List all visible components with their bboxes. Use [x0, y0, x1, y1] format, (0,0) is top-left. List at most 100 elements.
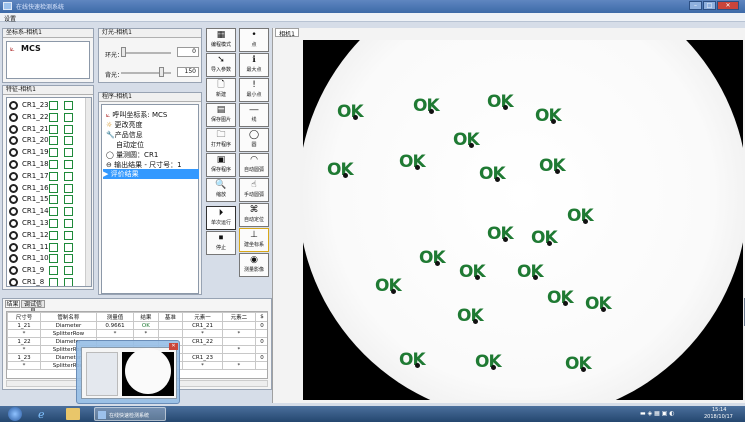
coordinate-item-mcs[interactable]: MCS	[21, 44, 41, 53]
start-button[interactable]	[8, 407, 22, 421]
feature-checkbox-secondary[interactable]	[64, 219, 73, 228]
ring-light-value[interactable]: 0	[177, 47, 199, 57]
feature-item[interactable]: CR1_22	[9, 112, 87, 124]
point-button[interactable]: • 点	[239, 28, 269, 52]
feature-item[interactable]: CR1_17	[9, 171, 87, 183]
feature-item[interactable]: CR1_13	[9, 218, 87, 230]
feature-checkbox-secondary[interactable]	[64, 183, 73, 193]
feature-checkbox-secondary[interactable]	[64, 242, 73, 252]
results-column-header[interactable]: 元素一	[182, 312, 223, 322]
tree-item-auto-locate[interactable]: 自动定位	[116, 140, 144, 150]
tree-item-evaluate[interactable]: ▶ 评价结果	[103, 169, 199, 179]
feature-checkbox-secondary[interactable]	[64, 266, 73, 276]
results-column-header[interactable]: 尺寸号	[7, 312, 41, 322]
tree-item-coordinate[interactable]: ⟀ 呼叫坐标系: MCS	[106, 110, 167, 120]
feature-checkbox-secondary[interactable]	[64, 136, 73, 146]
table-row[interactable]: 1_21 Diameter 0.9661 OK CR1_21 0	[7, 321, 267, 330]
thumbnail-close-icon[interactable]: ✕	[169, 343, 178, 350]
feature-item[interactable]: CR1_9	[9, 265, 87, 277]
program-mode-button[interactable]: ▦ 编程模式	[206, 28, 236, 52]
tab-results[interactable]: 结果	[5, 300, 20, 308]
single-run-button[interactable]: ⏵ 单次运行	[206, 206, 236, 230]
feature-item[interactable]: CR1_19	[9, 147, 87, 159]
ring-light-slider-handle[interactable]	[121, 47, 126, 57]
zoom-button[interactable]: 🔍 缩放	[206, 178, 236, 202]
tab-light[interactable]: 灯光-相机1	[99, 29, 201, 38]
feature-item[interactable]: CR1_12	[9, 230, 87, 242]
feature-item[interactable]: CR1_15	[9, 194, 87, 206]
feature-checkbox-secondary[interactable]	[64, 278, 73, 286]
feature-checkbox[interactable]	[49, 207, 58, 217]
results-column-header[interactable]: 基准	[157, 312, 184, 322]
tab-debug[interactable]: 调试信息	[21, 300, 45, 315]
auto-locate-button[interactable]: ⌘ 自动定位	[239, 203, 269, 227]
feature-item[interactable]: CR1_23	[9, 100, 87, 112]
feature-item[interactable]: CR1_10	[9, 253, 87, 265]
clock-date[interactable]: 2018/10/17	[704, 414, 733, 420]
back-light-value[interactable]: 150	[177, 67, 199, 77]
tree-item-measure-circle[interactable]: ◯ 量测圆：CR1	[106, 150, 158, 160]
tab-camera-view[interactable]: 相机1	[275, 28, 299, 38]
feature-item[interactable]: CR1_21	[9, 124, 87, 136]
clock-time[interactable]: 15:14	[712, 407, 726, 413]
max-point-button[interactable]: ℹ 最大点	[239, 53, 269, 77]
close-button[interactable]: ✕	[717, 1, 739, 10]
measure-image-button[interactable]: ◉ 测量影像	[239, 253, 269, 277]
save-program-button[interactable]: ▣ 保存程序	[206, 153, 236, 177]
line-button[interactable]: ― 线	[239, 103, 269, 127]
ie-icon[interactable]: ℯ	[38, 408, 52, 421]
manual-arc-button[interactable]: ☝ 手动圆弧	[239, 178, 269, 202]
results-column-header[interactable]: 管制名称	[39, 312, 97, 322]
feature-checkbox-secondary[interactable]	[64, 101, 73, 110]
open-program-button[interactable]: 🗀 打开程序	[206, 128, 236, 152]
maximize-button[interactable]: □	[703, 1, 716, 10]
tab-feature[interactable]: 特征-相机1	[3, 86, 93, 95]
results-column-header[interactable]: 测量值	[95, 312, 135, 322]
taskbar-thumbnail[interactable]: ✕	[76, 340, 180, 404]
feature-checkbox-secondary[interactable]	[64, 195, 73, 205]
feature-checkbox[interactable]	[49, 112, 58, 122]
feature-checkbox[interactable]	[49, 219, 58, 228]
folder-icon[interactable]	[66, 408, 80, 420]
back-light-slider-handle[interactable]	[159, 67, 164, 77]
tree-item-product-info[interactable]: 🔧产品信息	[106, 130, 143, 140]
feature-item[interactable]: CR1_11	[9, 242, 87, 254]
build-coordinate-button[interactable]: ⊥ 建坐标系	[239, 228, 269, 252]
feature-checkbox[interactable]	[49, 183, 58, 193]
stop-button[interactable]: ⏹ 停止	[206, 231, 236, 255]
results-column-header[interactable]: 元素二	[221, 312, 256, 322]
taskbar-app-button[interactable]: 在线快速检测系统	[94, 407, 166, 421]
new-button[interactable]: 🗋 新建	[206, 78, 236, 102]
min-point-button[interactable]: ! 最小点	[239, 78, 269, 102]
feature-checkbox-secondary[interactable]	[64, 124, 73, 134]
feature-item[interactable]: CR1_14	[9, 206, 87, 218]
feature-item[interactable]: CR1_20	[9, 135, 87, 147]
feature-checkbox[interactable]	[49, 136, 58, 146]
feature-checkbox-secondary[interactable]	[64, 148, 73, 158]
tab-program[interactable]: 程序-相机1	[99, 93, 201, 102]
ring-light-slider[interactable]	[121, 52, 171, 54]
feature-checkbox[interactable]	[49, 242, 58, 252]
feature-checkbox[interactable]	[49, 171, 58, 181]
feature-checkbox-secondary[interactable]	[64, 112, 73, 122]
tab-coordinate[interactable]: 坐标系-相机1	[3, 29, 93, 38]
feature-checkbox[interactable]	[49, 195, 58, 205]
feature-checkbox[interactable]	[49, 254, 58, 264]
feature-checkbox-secondary[interactable]	[64, 254, 73, 264]
feature-checkbox[interactable]	[49, 266, 58, 276]
feature-checkbox[interactable]	[49, 148, 58, 158]
camera-image[interactable]: OK OK OK OK OK OK OK OK OK OK OK OK OK OK OK OK OK OK OK OK…	[303, 40, 743, 400]
save-image-button[interactable]: ▤ 保存图片	[206, 103, 236, 127]
feature-checkbox-secondary[interactable]	[64, 207, 73, 217]
tree-item-brightness[interactable]: ☼ 更改亮度	[106, 120, 143, 130]
menu-settings[interactable]: 设置	[4, 14, 16, 23]
feature-checkbox[interactable]	[49, 278, 58, 286]
feature-checkbox-secondary[interactable]	[64, 171, 73, 181]
auto-arc-button[interactable]: ◠ 自动圆弧	[239, 153, 269, 177]
feature-item[interactable]: CR1_18	[9, 159, 87, 171]
feature-checkbox-secondary[interactable]	[64, 160, 73, 169]
circle-button[interactable]: ◯ 圆	[239, 128, 269, 152]
feature-checkbox-secondary[interactable]	[64, 230, 73, 240]
feature-checkbox[interactable]	[49, 160, 58, 169]
table-row[interactable]: *SplitterRow****	[7, 329, 267, 338]
